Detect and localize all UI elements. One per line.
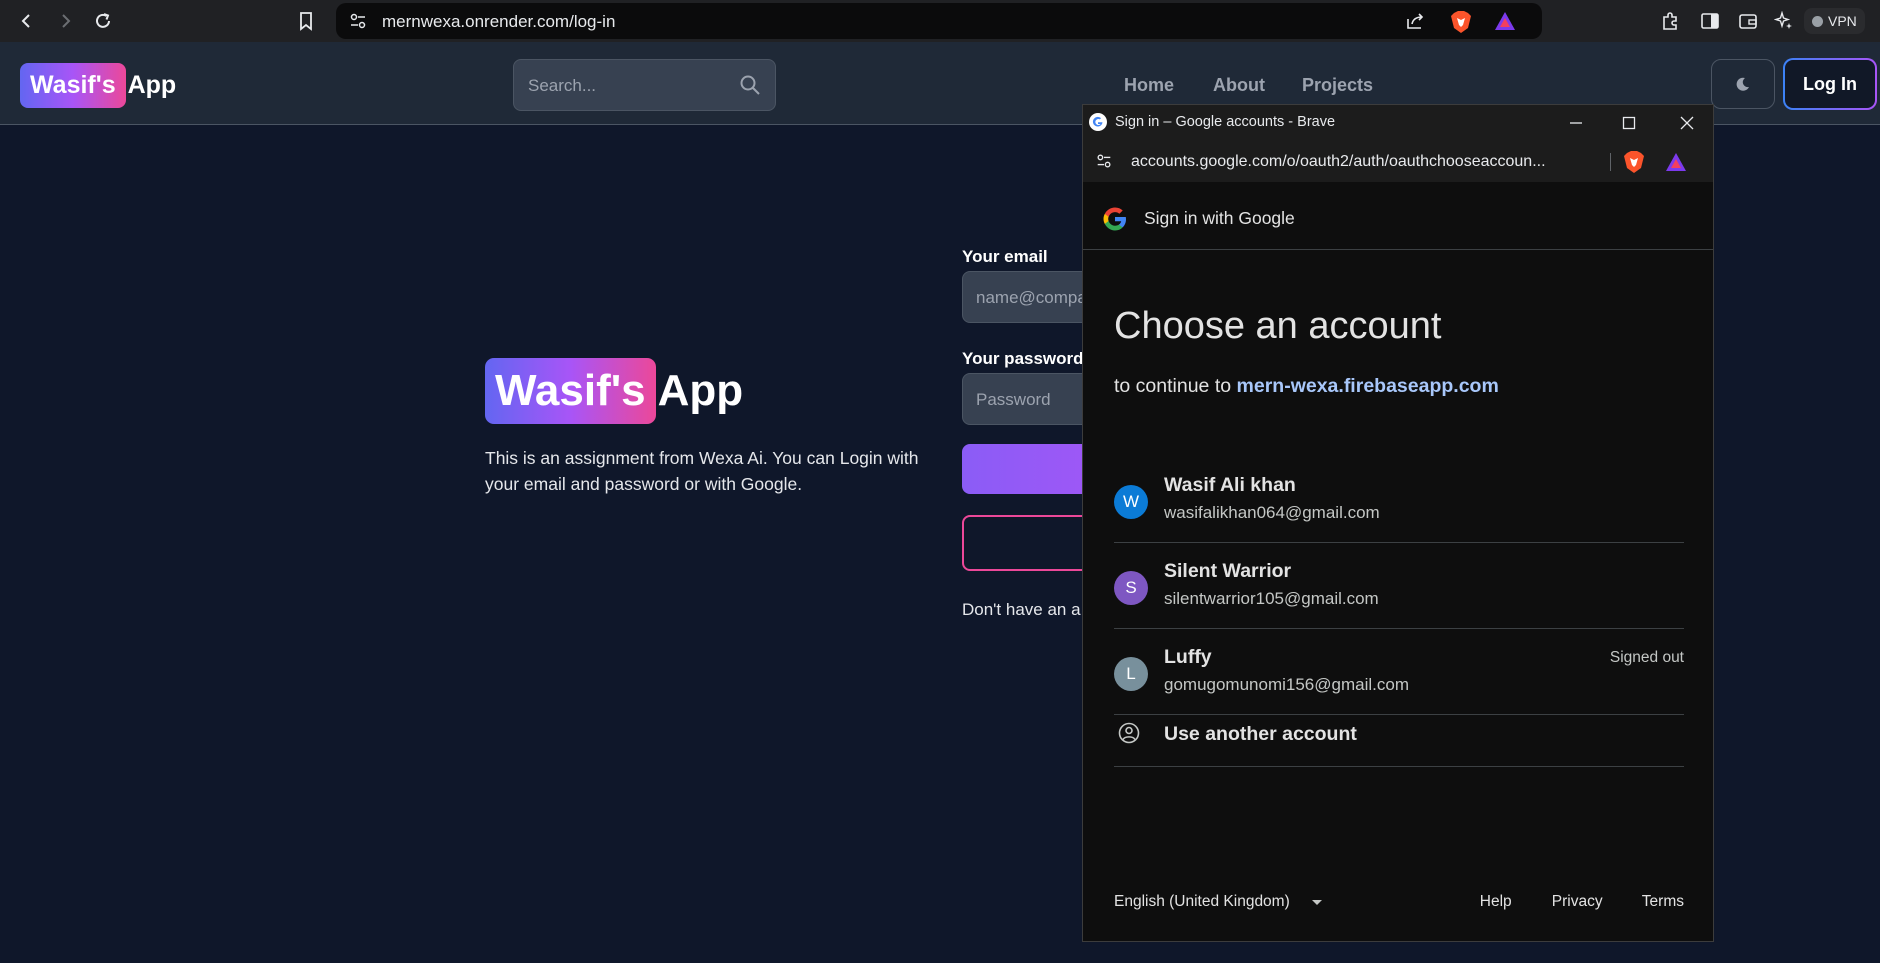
vpn-button[interactable]: VPN xyxy=(1804,8,1865,34)
use-another-account-label: Use another account xyxy=(1164,723,1357,745)
login-label: Log In xyxy=(1785,60,1875,108)
nav-projects[interactable]: Projects xyxy=(1302,75,1373,96)
hero-description: This is an assignment from Wexa Ai. You … xyxy=(485,448,919,494)
moon-icon xyxy=(1736,77,1749,91)
password-label: Your password xyxy=(962,349,1084,368)
email-label: Your email xyxy=(962,247,1048,266)
account-name: Luffy xyxy=(1164,646,1212,668)
avatar: S xyxy=(1114,571,1148,605)
popup-brave-shields-icon[interactable] xyxy=(1623,150,1645,179)
popup-site-settings-icon[interactable] xyxy=(1095,152,1113,175)
google-header: Sign in with Google xyxy=(1083,182,1713,250)
extensions-icon[interactable] xyxy=(1658,9,1682,33)
continue-prefix: to continue to xyxy=(1114,375,1232,397)
footer-links: Help Privacy Terms xyxy=(1480,893,1684,911)
avatar: L xyxy=(1114,657,1148,691)
theme-toggle-button[interactable] xyxy=(1711,59,1775,109)
wallet-icon[interactable] xyxy=(1736,9,1760,33)
logo-text: App xyxy=(127,71,177,99)
continue-to-text: to continue to mern-wexa.firebaseapp.com xyxy=(1114,375,1499,398)
google-signin-popup: Sign in – Google accounts - Brave accoun… xyxy=(1082,104,1714,942)
signed-out-status: Signed out xyxy=(1609,649,1684,666)
continue-app-link[interactable]: mern-wexa.firebaseapp.com xyxy=(1237,375,1499,397)
google-favicon xyxy=(1088,112,1108,137)
search-input[interactable]: Search... xyxy=(513,59,776,111)
close-icon[interactable] xyxy=(1675,111,1699,135)
nav-links: Home About Projects xyxy=(1124,75,1373,96)
logo-badge: Wasif's xyxy=(20,63,126,108)
google-logo-icon xyxy=(1102,206,1128,237)
login-button[interactable]: Log In xyxy=(1783,58,1877,110)
account-circle-icon xyxy=(1118,722,1140,749)
brave-shields-icon[interactable] xyxy=(1450,10,1472,39)
chevron-down-icon[interactable] xyxy=(1312,900,1322,905)
share-icon[interactable] xyxy=(1404,10,1426,37)
sidebar-icon[interactable] xyxy=(1698,9,1722,33)
account-name: Wasif Ali khan xyxy=(1164,474,1296,496)
forward-icon[interactable] xyxy=(52,8,78,34)
avatar: W xyxy=(1114,485,1148,519)
minimize-icon[interactable] xyxy=(1564,111,1588,135)
popup-titlebar: Sign in – Google accounts - Brave xyxy=(1083,105,1713,140)
language-selector[interactable]: English (United Kingdom) xyxy=(1114,893,1290,911)
hero-logo-badge: Wasif's xyxy=(485,358,656,424)
vpn-status-icon xyxy=(1812,15,1823,27)
popup-window-title: Sign in – Google accounts - Brave xyxy=(1115,114,1336,130)
address-bar[interactable]: mernwexa.onrender.com/log-in xyxy=(336,3,1542,39)
account-email: gomugomunomi156@gmail.com xyxy=(1164,675,1409,694)
site-settings-icon[interactable] xyxy=(348,11,368,31)
nav-about[interactable]: About xyxy=(1213,75,1302,96)
url-text: mernwexa.onrender.com/log-in xyxy=(382,12,616,31)
choose-account-title: Choose an account xyxy=(1114,305,1442,347)
signup-prompt: Don't have an a xyxy=(962,600,1081,619)
use-another-account-button[interactable]: Use another account xyxy=(1114,701,1684,767)
account-name: Silent Warrior xyxy=(1164,560,1292,582)
search-placeholder: Search... xyxy=(528,76,597,95)
reload-icon[interactable] xyxy=(90,8,116,34)
header-logo[interactable]: Wasif's App xyxy=(20,63,176,108)
back-icon[interactable] xyxy=(14,8,40,34)
popup-divider xyxy=(1610,153,1611,171)
hero-logo-text: App xyxy=(657,366,744,415)
popup-address-bar: accounts.google.com/o/oauth2/auth/oauthc… xyxy=(1083,140,1713,182)
hero-logo: Wasif's App xyxy=(485,358,743,424)
help-link[interactable]: Help xyxy=(1480,893,1552,911)
terms-link[interactable]: Terms xyxy=(1642,893,1684,911)
bookmark-icon[interactable] xyxy=(293,8,319,34)
popup-url-text: accounts.google.com/o/oauth2/auth/oauthc… xyxy=(1131,153,1546,170)
search-icon[interactable] xyxy=(739,74,761,101)
email-placeholder: name@compa xyxy=(976,288,1087,307)
maximize-icon[interactable] xyxy=(1617,111,1641,135)
nav-home[interactable]: Home xyxy=(1124,75,1213,96)
account-email: wasifalikhan064@gmail.com xyxy=(1164,503,1380,522)
google-header-text: Sign in with Google xyxy=(1144,208,1295,228)
privacy-link[interactable]: Privacy xyxy=(1552,893,1642,911)
brave-rewards-icon[interactable] xyxy=(1494,11,1516,36)
account-item-wasif[interactable]: W Wasif Ali khan wasifalikhan064@gmail.c… xyxy=(1114,457,1684,543)
vpn-label: VPN xyxy=(1828,13,1857,29)
password-placeholder: Password xyxy=(976,390,1051,409)
account-email: silentwarrior105@gmail.com xyxy=(1164,589,1379,608)
browser-toolbar: mernwexa.onrender.com/log-in VPN xyxy=(0,0,1880,42)
popup-brave-rewards-icon[interactable] xyxy=(1665,152,1687,177)
leo-ai-icon[interactable] xyxy=(1772,9,1796,33)
account-item-silent-warrior[interactable]: S Silent Warrior silentwarrior105@gmail.… xyxy=(1114,543,1684,629)
